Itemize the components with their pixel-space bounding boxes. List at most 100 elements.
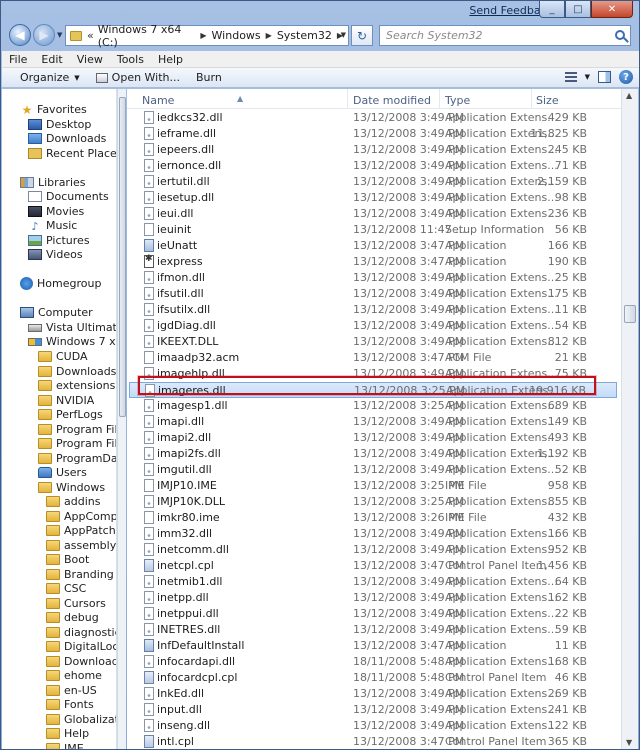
file-row[interactable]: ifsutilx.dll 13/12/2008 3:49 PM Applicatio… <box>129 302 617 318</box>
nav-folder-item[interactable]: en-US <box>46 683 97 698</box>
file-row[interactable]: infocardcpl.cpl 18/11/2008 5:48 PM Control… <box>129 670 617 686</box>
nav-folder-item[interactable]: Globalization <box>46 712 116 727</box>
recent-pages-dropdown-icon[interactable]: ▼ <box>57 31 62 39</box>
nav-homegroup[interactable]: Homegroup <box>20 276 101 291</box>
nav-drive-vista[interactable]: Vista Ultimate x64 <box>28 320 116 335</box>
nav-scroll-thumb[interactable] <box>119 97 126 417</box>
file-row[interactable]: imagehlp.dll 13/12/2008 3:49 PM Applicatio… <box>129 366 617 382</box>
nav-folder-item[interactable]: ehome <box>46 668 102 683</box>
file-row[interactable]: imageres.dll 13/12/2008 3:25 PM Applicatio… <box>129 382 617 398</box>
address-bar[interactable]: « Windows 7 x64 (C:) ▶ Windows ▶ System3… <box>65 23 349 49</box>
nav-folder-item[interactable]: assembly <box>46 538 116 553</box>
file-row[interactable]: inetmib1.dll 13/12/2008 3:49 PM Applicatio… <box>129 574 617 590</box>
scroll-thumb[interactable] <box>624 305 636 323</box>
back-button[interactable]: ◀ <box>9 24 31 46</box>
column-type[interactable]: Type <box>445 94 470 107</box>
nav-folder-item[interactable]: diagnostics <box>46 625 116 640</box>
close-button[interactable]: ✕ <box>591 1 633 18</box>
file-row[interactable]: iesetup.dll 13/12/2008 3:49 PM Application… <box>129 190 617 206</box>
nav-folder-item[interactable]: CSC <box>46 581 86 596</box>
file-row[interactable]: ieuinit 13/12/2008 11:47 ... Setup Informa… <box>129 222 617 238</box>
nav-folder-item[interactable]: debug <box>46 610 99 625</box>
breadcrumb-overflow[interactable]: « <box>87 29 94 42</box>
menu-file[interactable]: File <box>2 53 34 66</box>
nav-videos[interactable]: Videos <box>28 247 83 262</box>
file-row[interactable]: iedkcs32.dll 13/12/2008 3:49 PM Applicatio… <box>129 110 617 126</box>
nav-folder-item[interactable]: IME <box>46 741 84 749</box>
help-icon[interactable]: ? <box>619 70 633 84</box>
menu-view[interactable]: View <box>70 53 110 66</box>
preview-pane-icon[interactable] <box>598 71 611 83</box>
nav-folder-item[interactable]: AppCompat <box>46 509 116 524</box>
scroll-down-icon[interactable]: ▼ <box>626 738 632 747</box>
forward-button[interactable]: ▶ <box>33 24 55 46</box>
menu-help[interactable]: Help <box>151 53 190 66</box>
column-divider[interactable] <box>347 89 348 109</box>
nav-folder-item[interactable]: CUDA <box>38 349 88 364</box>
file-row[interactable]: intl.cpl 13/12/2008 3:47 PM Control Panel … <box>129 734 617 749</box>
nav-folder-item[interactable]: ProgramData <box>38 451 116 466</box>
nav-folder-item[interactable]: Program Files <box>38 422 116 437</box>
nav-folder-item[interactable]: Users <box>38 465 87 480</box>
file-row[interactable]: imagesp1.dll 13/12/2008 3:25 PM Applicatio… <box>129 398 617 414</box>
file-row[interactable]: imgutil.dll 13/12/2008 3:49 PM Application… <box>129 462 617 478</box>
nav-movies[interactable]: Movies <box>28 204 84 219</box>
file-row[interactable]: INETRES.dll 13/12/2008 3:49 PM Application… <box>129 622 617 638</box>
file-row[interactable]: input.dll 13/12/2008 3:49 PM Application E… <box>129 702 617 718</box>
open-with-button[interactable]: Open With... <box>88 71 188 84</box>
file-row[interactable]: iexpress13/12/2008 3:47 PMApplication190… <box>129 254 617 270</box>
menu-edit[interactable]: Edit <box>34 53 69 66</box>
file-row[interactable]: ifmon.dll 13/12/2008 3:49 PM Application E… <box>129 270 617 286</box>
nav-folder-item[interactable]: addins <box>46 494 100 509</box>
refresh-button[interactable]: ↻ <box>351 25 373 46</box>
nav-folder-item[interactable]: AppPatch <box>46 523 116 538</box>
nav-folder-item[interactable]: extensions <box>38 378 115 393</box>
column-name[interactable]: Name <box>142 94 174 107</box>
file-row[interactable]: imapi2.dll 13/12/2008 3:49 PM Application … <box>129 430 617 446</box>
breadcrumb-system32[interactable]: System32 <box>277 29 332 42</box>
menu-tools[interactable]: Tools <box>110 53 151 66</box>
nav-folder-item[interactable]: PerfLogs <box>38 407 103 422</box>
nav-music[interactable]: ♪ Music <box>28 218 77 233</box>
nav-recent-places[interactable]: Recent Places <box>28 146 116 161</box>
nav-folder-item[interactable]: Downloads <box>38 364 116 379</box>
scroll-up-icon[interactable]: ▲ <box>626 91 632 100</box>
file-row[interactable]: ieUnatt 13/12/2008 3:47 PM Application 166 … <box>129 238 617 254</box>
maximize-button[interactable]: □ <box>565 1 591 18</box>
column-size[interactable]: Size <box>536 94 559 107</box>
nav-folder-item[interactable]: Fonts <box>46 697 94 712</box>
views-icon[interactable] <box>564 72 577 82</box>
breadcrumb-drive[interactable]: Windows 7 x64 (C:) <box>98 23 196 49</box>
file-row[interactable]: igdDiag.dll 13/12/2008 3:49 PM Application… <box>129 318 617 334</box>
file-row[interactable]: imkr80.ime 13/12/2008 3:26 PM IME File 432 … <box>129 510 617 526</box>
nav-libraries[interactable]: Libraries <box>20 175 86 190</box>
file-row[interactable]: ieframe.dll 13/12/2008 3:49 PM Application… <box>129 126 617 142</box>
file-row[interactable]: inseng.dll 13/12/2008 3:49 PM Application … <box>129 718 617 734</box>
minimize-button[interactable]: _ <box>539 1 565 18</box>
file-row[interactable]: iertutil.dll 13/12/2008 3:49 PM Applicatio… <box>129 174 617 190</box>
file-row[interactable]: iernonce.dll 13/12/2008 3:49 PM Applicatio… <box>129 158 617 174</box>
nav-folder-item[interactable]: DigitalLocker <box>46 639 116 654</box>
file-row[interactable]: IMJP10K.DLL 13/12/2008 3:25 PM Application… <box>129 494 617 510</box>
file-row[interactable]: infocardapi.dll 18/11/2008 5:48 PM Applica… <box>129 654 617 670</box>
file-row[interactable]: InkEd.dll 13/12/2008 3:49 PM Application E… <box>129 686 617 702</box>
file-row[interactable]: inetcpl.cpl 13/12/2008 3:47 PM Control Pan… <box>129 558 617 574</box>
file-row[interactable]: inetppui.dll 13/12/2008 3:49 PM Applicatio… <box>129 606 617 622</box>
nav-folder-item[interactable]: Cursors <box>46 596 106 611</box>
nav-desktop[interactable]: Desktop <box>28 117 91 132</box>
file-row[interactable]: ifsutil.dll 13/12/2008 3:49 PM Application… <box>129 286 617 302</box>
burn-button[interactable]: Burn <box>188 71 230 84</box>
views-dropdown-icon[interactable]: ▼ <box>585 73 590 81</box>
nav-folder-item[interactable]: Program Files ( <box>38 436 116 451</box>
file-row[interactable]: inetpp.dll 13/12/2008 3:49 PM Application … <box>129 590 617 606</box>
file-row[interactable]: imm32.dll 13/12/2008 3:49 PM Application E… <box>129 526 617 542</box>
breadcrumb-separator-icon[interactable]: ▶ <box>266 31 272 40</box>
breadcrumb-windows[interactable]: Windows <box>212 29 261 42</box>
address-dropdown-icon[interactable]: ▼ <box>341 31 346 39</box>
file-row[interactable]: iepeers.dll 13/12/2008 3:49 PM Application… <box>129 142 617 158</box>
column-date-modified[interactable]: Date modified <box>353 94 431 107</box>
nav-folder-item[interactable]: Branding <box>46 567 114 582</box>
nav-folder-item[interactable]: Help <box>46 726 89 741</box>
file-row[interactable]: inetcomm.dll 13/12/2008 3:49 PM Applicatio… <box>129 542 617 558</box>
file-row[interactable]: imapi.dll 13/12/2008 3:49 PM Application E… <box>129 414 617 430</box>
